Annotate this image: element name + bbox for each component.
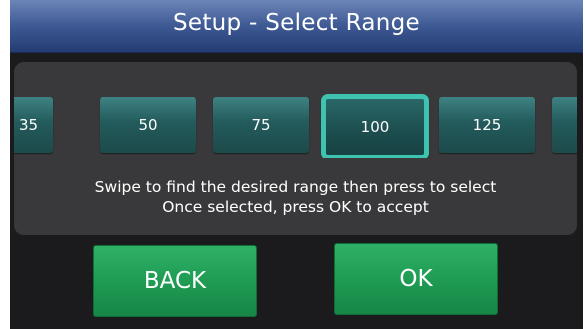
device-screen: Setup - Select Range 35 50 75 100 125 Sw…: [10, 0, 583, 329]
ok-button[interactable]: OK: [334, 243, 498, 315]
title-bar: Setup - Select Range: [10, 0, 583, 53]
range-option-label: 35: [19, 116, 39, 134]
range-option-label: 75: [251, 116, 271, 134]
range-option-label: 100: [360, 118, 390, 136]
range-option-35[interactable]: 35: [14, 97, 53, 153]
instruction-line-1: Swipe to find the desired range then pre…: [94, 178, 497, 196]
range-option-100-selected[interactable]: 100: [321, 94, 429, 158]
range-option-75[interactable]: 75: [213, 97, 309, 153]
range-option-label: 125: [472, 116, 502, 134]
range-option-label: 50: [138, 116, 158, 134]
range-option-125[interactable]: 125: [439, 97, 535, 153]
back-button[interactable]: BACK: [93, 245, 257, 317]
range-panel: 35 50 75 100 125 Swipe to find the desir…: [14, 62, 577, 235]
range-option-next-partial[interactable]: [552, 97, 577, 153]
page-title: Setup - Select Range: [172, 10, 421, 36]
instruction-line-2: Once selected, press OK to accept: [162, 198, 429, 216]
instructions: Swipe to find the desired range then pre…: [14, 177, 577, 217]
range-option-50[interactable]: 50: [100, 97, 196, 153]
range-carousel[interactable]: 35 50 75 100 125: [14, 94, 577, 158]
